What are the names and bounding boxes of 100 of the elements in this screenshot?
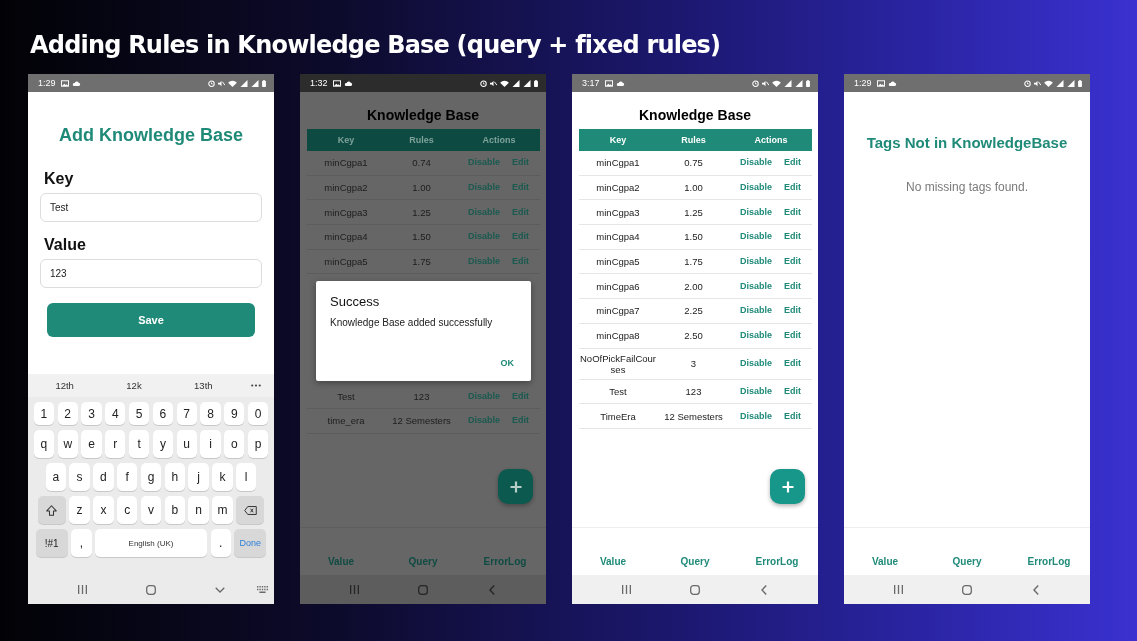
keyboard-key[interactable]: k (212, 463, 233, 491)
disable-link[interactable]: Disable (740, 410, 772, 422)
disable-link[interactable]: Disable (740, 385, 772, 397)
edit-link[interactable]: Edit (784, 256, 801, 268)
bottom-nav-tab[interactable]: Value (871, 556, 899, 568)
home-icon[interactable] (962, 584, 972, 595)
back-icon[interactable] (488, 584, 495, 595)
keyboard-key[interactable]: m (212, 496, 233, 524)
bottom-nav-tab[interactable]: Query (680, 556, 710, 568)
keyboard-key[interactable]: 0 (247, 402, 269, 425)
recent-apps-icon[interactable] (621, 585, 631, 594)
keyboard-key[interactable]: o (224, 430, 245, 458)
space-key[interactable]: English (UK) (95, 529, 207, 557)
keyboard-key[interactable]: g (140, 463, 162, 491)
word-suggestion[interactable]: 12k (126, 380, 142, 391)
recent-apps-icon[interactable] (77, 585, 87, 594)
edit-link[interactable]: Edit (784, 358, 801, 369)
edit-link[interactable]: Edit (784, 206, 801, 218)
disable-link[interactable]: Disable (740, 157, 772, 169)
ok-button[interactable]: OK (500, 357, 514, 370)
back-icon[interactable] (760, 584, 767, 595)
keyboard-key[interactable]: b (164, 496, 185, 524)
keyboard-key[interactable]: q (33, 430, 55, 458)
keyboard-key[interactable]: y (152, 430, 174, 458)
disable-link[interactable]: Disable (740, 280, 772, 292)
bottom-nav-tab[interactable]: ErrorLog (1027, 556, 1071, 568)
edit-link[interactable]: Edit (784, 231, 801, 243)
disable-link[interactable]: Disable (740, 305, 772, 317)
edit-link[interactable]: Edit (784, 385, 801, 397)
symbols-key[interactable]: !#1 (35, 529, 68, 557)
field-label: Value (44, 235, 86, 255)
home-icon[interactable] (418, 584, 428, 595)
keyboard-key[interactable]: d (93, 463, 114, 491)
more-icon[interactable] (251, 384, 261, 387)
edit-link[interactable]: Edit (784, 330, 801, 342)
keyboard-key[interactable]: p (247, 430, 269, 458)
bottom-nav-tab[interactable]: Query (952, 556, 982, 568)
keyboard-key[interactable]: n (188, 496, 209, 524)
keyboard-key[interactable]: j (188, 463, 209, 491)
save-button[interactable]: Save (47, 303, 255, 337)
keyboard-key[interactable]: a (45, 463, 66, 491)
add-button[interactable] (770, 469, 805, 504)
text-field[interactable]: 123 (40, 259, 262, 288)
keyboard-key[interactable]: 4 (105, 402, 126, 425)
keyboard-key[interactable]: . (210, 529, 231, 557)
keyboard-key[interactable]: h (164, 463, 185, 491)
keyboard-key[interactable]: w (57, 430, 78, 458)
edit-link[interactable]: Edit (784, 280, 801, 292)
bottom-nav-tab[interactable]: ErrorLog (755, 556, 799, 568)
keyboard-key[interactable]: s (69, 463, 90, 491)
word-suggestion[interactable]: 12th (55, 380, 74, 391)
shift-key[interactable] (37, 496, 66, 524)
keyboard-key[interactable]: 7 (176, 402, 197, 425)
rule-key: minCgpa2 (324, 182, 368, 194)
keyboard-key[interactable]: t (128, 430, 150, 458)
recent-apps-icon[interactable] (893, 585, 903, 594)
done-key[interactable]: Done (234, 529, 267, 557)
text-field[interactable]: Test (40, 193, 262, 222)
keyboard-key[interactable]: z (69, 496, 90, 524)
disable-link[interactable]: Disable (740, 330, 772, 342)
keyboard-key[interactable]: 5 (128, 402, 150, 425)
rule-key: time_era (327, 415, 365, 427)
chevron-down-icon[interactable] (214, 586, 225, 593)
keyboard-key[interactable]: r (105, 430, 126, 458)
keyboard-key[interactable]: 8 (200, 402, 221, 425)
home-icon[interactable] (146, 584, 156, 595)
image-icon (60, 79, 69, 87)
edit-link[interactable]: Edit (784, 305, 801, 317)
keyboard-key[interactable]: l (236, 463, 257, 491)
keyboard-key[interactable]: v (140, 496, 162, 524)
keyboard-key[interactable]: f (117, 463, 138, 491)
keyboard-icon[interactable] (257, 586, 268, 593)
keyboard-key[interactable]: 1 (33, 402, 55, 425)
backspace-icon (243, 505, 257, 515)
add-button[interactable] (498, 469, 533, 504)
rule-key: minCgpa5 (596, 256, 640, 268)
keyboard-key[interactable]: x (93, 496, 114, 524)
bottom-nav-tab[interactable]: Value (599, 556, 627, 568)
keyboard-key[interactable]: c (117, 496, 138, 524)
keyboard-key[interactable]: u (176, 430, 197, 458)
keyboard-key[interactable]: e (81, 430, 102, 458)
keyboard-key[interactable]: 2 (57, 402, 78, 425)
disable-link[interactable]: Disable (740, 256, 772, 268)
keyboard-key[interactable]: 9 (224, 402, 245, 425)
keyboard-key[interactable]: , (71, 529, 92, 557)
word-suggestion[interactable]: 13th (194, 380, 213, 391)
keyboard-key[interactable]: i (200, 430, 221, 458)
edit-link[interactable]: Edit (784, 182, 801, 194)
backspace-key[interactable] (236, 496, 265, 524)
edit-link[interactable]: Edit (784, 410, 801, 422)
keyboard-key[interactable]: 3 (81, 402, 102, 425)
disable-link[interactable]: Disable (740, 206, 772, 218)
edit-link[interactable]: Edit (784, 157, 801, 169)
recent-apps-icon[interactable] (349, 585, 359, 594)
disable-link[interactable]: Disable (740, 182, 772, 194)
back-icon[interactable] (1032, 584, 1039, 595)
disable-link[interactable]: Disable (740, 231, 772, 243)
disable-link[interactable]: Disable (740, 358, 772, 369)
keyboard-key[interactable]: 6 (152, 402, 174, 425)
home-icon[interactable] (690, 584, 700, 595)
